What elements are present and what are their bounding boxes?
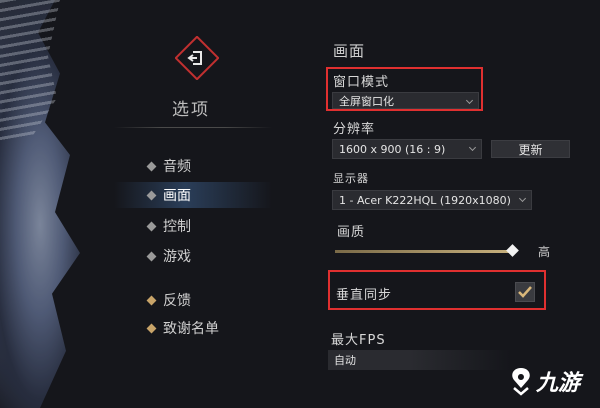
jiuyou-logo-icon — [512, 368, 530, 396]
window-mode-value: 全屏窗口化 — [339, 94, 394, 108]
diamond-icon — [146, 161, 157, 171]
sidebar-divider — [114, 127, 272, 128]
exit-door-icon[interactable] — [175, 36, 219, 80]
sidebar-item-feedback[interactable]: 反馈 — [146, 289, 191, 311]
quality-slider[interactable] — [335, 250, 515, 253]
max-fps-dropdown[interactable]: 自动 — [328, 350, 410, 370]
max-fps-value: 自动 — [334, 354, 356, 367]
max-fps-fade — [410, 350, 510, 370]
sidebar-item-label: 画面 — [163, 188, 191, 204]
sidebar-item-label: 音频 — [163, 159, 191, 175]
sidebar-item-label: 游戏 — [163, 249, 191, 265]
sidebar-item-controls[interactable]: 控制 — [146, 215, 191, 237]
diamond-icon — [146, 190, 157, 200]
display-dropdown[interactable]: 1 - Acer K222HQL (1920x1080) — [332, 190, 532, 210]
quality-label: 画质 — [337, 225, 366, 240]
sidebar-item-game[interactable]: 游戏 — [146, 245, 191, 267]
sidebar-item-label: 反馈 — [163, 293, 191, 309]
options-title: 选项 — [172, 100, 210, 120]
diamond-icon — [146, 295, 157, 305]
window-mode-label: 窗口模式 — [333, 75, 390, 90]
display-label: 显示器 — [333, 172, 369, 185]
sidebar-item-label: 致谢名单 — [163, 321, 219, 337]
background-brush-strokes — [0, 0, 60, 140]
sidebar-item-audio[interactable]: 音频 — [146, 155, 191, 177]
quality-slider-handle[interactable] — [506, 244, 519, 257]
max-fps-label: 最大FPS — [331, 333, 386, 348]
chevron-down-icon — [465, 96, 474, 105]
diamond-icon — [146, 251, 157, 261]
panel-heading: 画面 — [333, 42, 366, 60]
vsync-label: 垂直同步 — [336, 288, 393, 303]
sidebar-item-label: 控制 — [163, 219, 191, 235]
watermark: 九游 — [508, 365, 580, 397]
resolution-dropdown[interactable]: 1600 x 900 (16 : 9) — [332, 139, 482, 159]
resolution-value: 1600 x 900 (16 : 9) — [339, 142, 446, 156]
chevron-down-icon — [468, 143, 477, 152]
resolution-label: 分辨率 — [333, 122, 376, 137]
vsync-checkbox[interactable] — [515, 282, 535, 302]
sidebar-item-graphics[interactable]: 画面 — [114, 182, 272, 208]
display-value: 1 - Acer K222HQL (1920x1080) — [339, 193, 511, 207]
quality-value-label: 高 — [538, 245, 551, 259]
sidebar-item-credits[interactable]: 致谢名单 — [146, 317, 219, 339]
chevron-down-icon — [518, 194, 527, 203]
window-mode-dropdown[interactable]: 全屏窗口化 — [332, 92, 479, 109]
watermark-text: 九游 — [536, 371, 581, 396]
checkmark-icon — [518, 286, 532, 298]
diamond-icon — [146, 323, 157, 333]
apply-resolution-button[interactable]: 更新 — [491, 140, 570, 158]
diamond-icon — [146, 221, 157, 231]
